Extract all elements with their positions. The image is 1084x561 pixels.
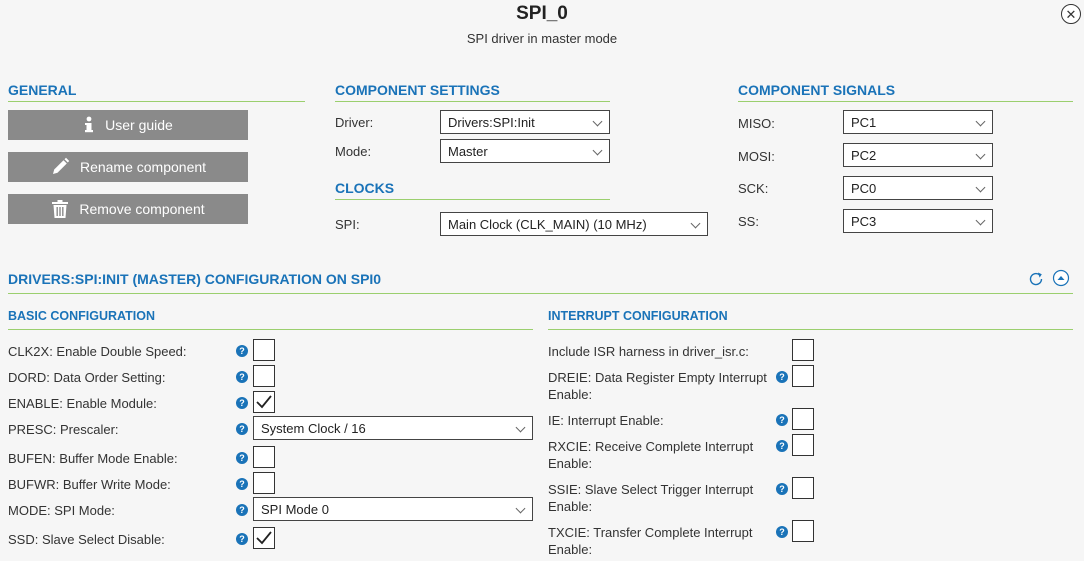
help-icon[interactable]: ?	[236, 452, 248, 464]
chevron-down-icon	[515, 422, 526, 433]
component-settings-heading: COMPONENT SETTINGS	[335, 82, 610, 102]
chevron-down-icon	[975, 116, 986, 127]
close-icon[interactable]: ✕	[1061, 4, 1081, 24]
ss-select[interactable]: PC3	[843, 209, 993, 233]
chevron-down-icon	[690, 218, 701, 229]
component-signals-heading: COMPONENT SIGNALS	[738, 82, 1073, 102]
help-icon[interactable]: ?	[236, 504, 248, 516]
help-icon[interactable]: ?	[776, 483, 788, 495]
ie-label: IE: Interrupt Enable:	[548, 413, 664, 428]
enable-label: ENABLE: Enable Module:	[8, 396, 157, 411]
help-icon[interactable]: ?	[236, 423, 248, 435]
bufen-label: BUFEN: Buffer Mode Enable:	[8, 451, 178, 466]
clocks-heading: CLOCKS	[335, 180, 610, 200]
presc-label: PRESC: Prescaler:	[8, 422, 119, 437]
bufen-checkbox[interactable]	[253, 446, 275, 468]
spi-clock-select[interactable]: Main Clock (CLK_MAIN) (10 MHz)	[440, 212, 708, 236]
ssie-label: SSIE: Slave Select Trigger Interrupt Ena…	[548, 482, 754, 514]
mosi-select[interactable]: PC2	[843, 143, 993, 167]
dreie-label: DREIE: Data Register Empty Interrupt Ena…	[548, 370, 767, 402]
interrupt-configuration-heading: INTERRUPT CONFIGURATION	[548, 309, 1073, 330]
mosi-select-value: PC2	[851, 147, 877, 163]
clk2x-checkbox[interactable]	[253, 339, 275, 361]
prescaler-select-value: System Clock / 16	[261, 420, 366, 436]
help-icon[interactable]: ?	[776, 526, 788, 538]
dreie-checkbox[interactable]	[792, 365, 814, 387]
driver-label: Driver:	[335, 115, 374, 130]
sck-select[interactable]: PC0	[843, 176, 993, 200]
rxcie-checkbox[interactable]	[792, 434, 814, 456]
help-icon[interactable]: ?	[776, 371, 788, 383]
rxcie-label: RXCIE: Receive Complete Interrupt Enable…	[548, 439, 754, 471]
rename-component-label: Rename component	[79, 159, 207, 175]
general-heading: GENERAL	[8, 82, 305, 102]
mode-select-value: Master	[448, 143, 488, 159]
checkmark-icon	[256, 531, 272, 545]
spi-clock-select-value: Main Clock (CLK_MAIN) (10 MHz)	[448, 216, 647, 232]
help-icon[interactable]: ?	[236, 371, 248, 383]
miso-select-value: PC1	[851, 114, 877, 130]
mode-label: Mode:	[335, 144, 372, 159]
checkmark-icon	[256, 395, 272, 409]
driver-select-value: Drivers:SPI:Init	[448, 114, 535, 130]
remove-component-button[interactable]: Remove component	[8, 194, 248, 224]
basic-configuration-heading: BASIC CONFIGURATION	[8, 309, 533, 330]
configuration-heading: DRIVERS:SPI:INIT (MASTER) CONFIGURATION …	[8, 271, 1073, 294]
isr-harness-label: Include ISR harness in driver_isr.c:	[548, 344, 749, 359]
ssd-checkbox[interactable]	[253, 527, 275, 549]
trash-icon	[51, 199, 69, 219]
signal-label-sck: SCK:	[738, 181, 769, 196]
help-icon[interactable]: ?	[776, 414, 788, 426]
isr-harness-checkbox[interactable]	[792, 339, 814, 361]
signal-label-miso: MISO:	[738, 116, 775, 131]
chevron-down-icon	[592, 116, 603, 127]
signal-label-mosi: MOSI:	[738, 149, 775, 164]
enable-checkbox[interactable]	[253, 391, 275, 413]
chevron-up-icon[interactable]	[1052, 269, 1070, 290]
help-icon[interactable]: ?	[236, 397, 248, 409]
user-guide-label: User guide	[105, 117, 173, 133]
txcie-checkbox[interactable]	[792, 520, 814, 542]
pencil-icon	[50, 157, 70, 177]
dord-checkbox[interactable]	[253, 365, 275, 387]
bufwr-checkbox[interactable]	[253, 472, 275, 494]
info-icon	[83, 116, 95, 134]
help-icon[interactable]: ?	[236, 533, 248, 545]
driver-select[interactable]: Drivers:SPI:Init	[440, 110, 610, 134]
spi-clock-label: SPI:	[335, 217, 360, 232]
chevron-down-icon	[975, 215, 986, 226]
help-icon[interactable]: ?	[236, 345, 248, 357]
refresh-icon[interactable]	[1027, 270, 1045, 291]
prescaler-select[interactable]: System Clock / 16	[253, 416, 533, 440]
signal-label-ss: SS:	[738, 214, 759, 229]
sck-select-value: PC0	[851, 180, 877, 196]
dord-label: DORD: Data Order Setting:	[8, 370, 166, 385]
ssd-label: SSD: Slave Select Disable:	[8, 532, 165, 547]
ss-select-value: PC3	[851, 213, 877, 229]
chevron-down-icon	[515, 503, 526, 514]
chevron-down-icon	[975, 149, 986, 160]
mode-select[interactable]: Master	[440, 139, 610, 163]
bufwr-label: BUFWR: Buffer Write Mode:	[8, 477, 171, 492]
chevron-down-icon	[592, 145, 603, 156]
txcie-label: TXCIE: Transfer Complete Interrupt Enabl…	[548, 525, 753, 557]
page-subtitle: SPI driver in master mode	[466, 31, 618, 46]
mode-spi-label: MODE: SPI Mode:	[8, 503, 115, 518]
spi-mode-select-value: SPI Mode 0	[261, 501, 329, 517]
page-title: SPI_0	[516, 3, 568, 24]
chevron-down-icon	[975, 182, 986, 193]
ssie-checkbox[interactable]	[792, 477, 814, 499]
help-icon[interactable]: ?	[776, 440, 788, 452]
user-guide-button[interactable]: User guide	[8, 110, 248, 140]
help-icon[interactable]: ?	[236, 478, 248, 490]
clk2x-label: CLK2X: Enable Double Speed:	[8, 344, 187, 359]
miso-select[interactable]: PC1	[843, 110, 993, 134]
spi-mode-select[interactable]: SPI Mode 0	[253, 497, 533, 521]
remove-component-label: Remove component	[79, 201, 205, 217]
rename-component-button[interactable]: Rename component	[8, 152, 248, 182]
ie-checkbox[interactable]	[792, 408, 814, 430]
